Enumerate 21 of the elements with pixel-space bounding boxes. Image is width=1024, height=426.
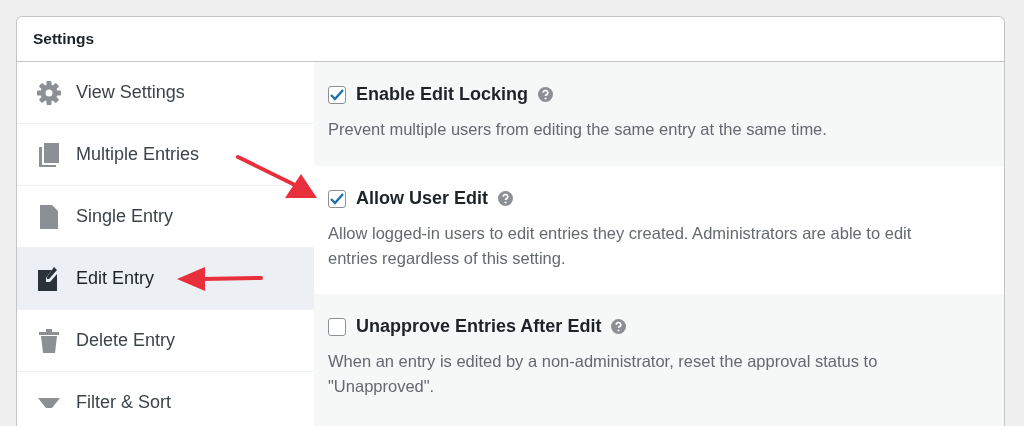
setting-description: Prevent multiple users from editing the same entry at the same time.	[328, 119, 828, 140]
checkbox[interactable]	[328, 189, 346, 208]
setting-label: Enable Edit Locking	[356, 84, 529, 105]
filter-icon	[37, 395, 61, 410]
copies-icon	[38, 141, 60, 168]
setting-description: Allow logged-in users to edit entries they created. Administrators are able to edit entries regardless of this setting.	[328, 223, 913, 269]
help-icon[interactable]	[611, 319, 627, 334]
panel-title: Settings	[33, 30, 95, 48]
setting-label: Allow User Edit	[356, 188, 489, 209]
sidebar-item[interactable]: Delete Entry	[17, 310, 314, 372]
gear-icon	[36, 79, 62, 106]
setting-label: Unapprove Entries After Edit	[356, 316, 602, 337]
checkbox[interactable]	[328, 317, 346, 336]
help-icon[interactable]	[538, 87, 554, 102]
setting-description: When an entry is edited by a non-administrator, reset the approval status to "Unapproved".	[328, 351, 879, 397]
page-icon	[39, 203, 59, 230]
trash-icon	[38, 327, 60, 354]
checkbox[interactable]	[328, 85, 346, 104]
sidebar-item[interactable]: Edit Entry	[17, 248, 314, 310]
sidebar-item[interactable]: View Settings	[17, 62, 314, 124]
help-icon[interactable]	[498, 191, 514, 206]
